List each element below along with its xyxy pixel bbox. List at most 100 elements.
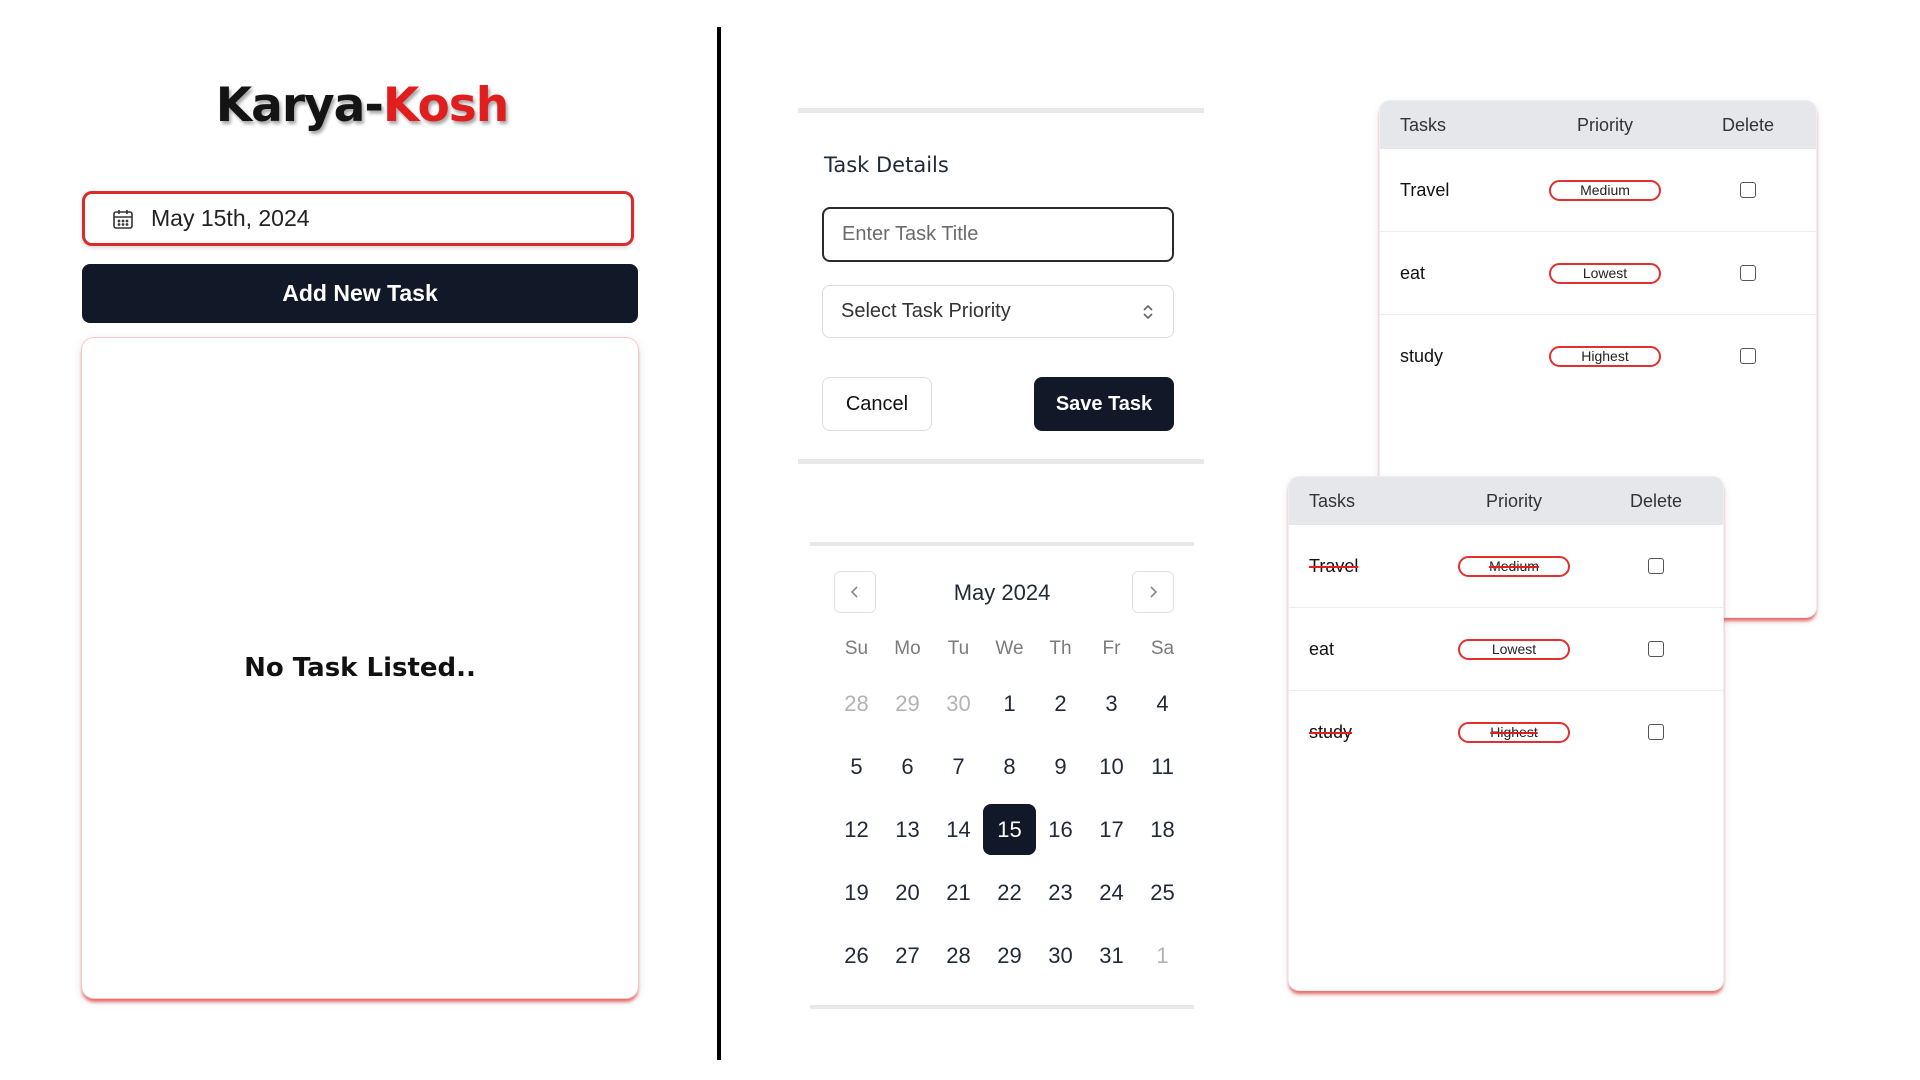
- delete-cell: [1680, 182, 1816, 198]
- calendar-day[interactable]: 29: [882, 678, 933, 729]
- weekday-header: Fr: [1102, 638, 1121, 659]
- calendar-day[interactable]: 11: [1137, 741, 1188, 792]
- priority-badge: Medium: [1549, 179, 1661, 201]
- priority-select-placeholder: Select Task Priority: [841, 300, 1011, 322]
- task-name: study: [1309, 721, 1353, 742]
- delete-checkbox[interactable]: [1648, 641, 1664, 657]
- priority-label: Medium: [1489, 558, 1539, 574]
- priority-badge: Highest: [1549, 345, 1661, 367]
- delete-cell: [1589, 724, 1723, 740]
- table-header: Tasks Priority Delete: [1380, 101, 1816, 149]
- calendar-day[interactable]: 30: [1035, 930, 1086, 981]
- calendar-day[interactable]: 10: [1086, 741, 1137, 792]
- chevron-right-icon: [1150, 586, 1158, 598]
- calendar-day[interactable]: 28: [831, 678, 882, 729]
- calendar-day[interactable]: 14: [933, 804, 984, 855]
- calendar-day[interactable]: 17: [1086, 804, 1137, 855]
- calendar-day[interactable]: 22: [984, 867, 1035, 918]
- calendar-day[interactable]: 20: [882, 867, 933, 918]
- calendar-day[interactable]: 13: [882, 804, 933, 855]
- weekday-header: Mo: [894, 638, 921, 659]
- priority-label: Highest: [1490, 724, 1538, 740]
- weekday-header: Th: [1049, 638, 1072, 659]
- calendar-day[interactable]: 18: [1137, 804, 1188, 855]
- task-cell: Travel: [1289, 556, 1439, 577]
- calendar-day[interactable]: 8: [984, 741, 1035, 792]
- calendar-day[interactable]: 1: [984, 678, 1035, 729]
- calendar-day[interactable]: 5: [831, 741, 882, 792]
- priority-badge: Highest: [1458, 721, 1570, 743]
- calendar-day[interactable]: 29: [984, 930, 1035, 981]
- calendar-day[interactable]: 1: [1137, 930, 1188, 981]
- priority-cell: Medium: [1530, 179, 1680, 201]
- priority-badge: Lowest: [1549, 262, 1661, 284]
- table-row: Travel Medium: [1289, 525, 1723, 608]
- task-name: Travel: [1309, 555, 1359, 576]
- save-task-button[interactable]: Save Task: [1034, 377, 1174, 431]
- task-title-input[interactable]: [822, 207, 1174, 262]
- priority-label: Highest: [1581, 348, 1629, 364]
- calendar-day[interactable]: 24: [1086, 867, 1137, 918]
- delete-cell: [1589, 641, 1723, 657]
- calendar-day[interactable]: 3: [1086, 678, 1137, 729]
- column-header: Priority: [1485, 490, 1542, 511]
- table-row: eat Lowest: [1380, 232, 1816, 315]
- task-list-panel: No Task Listed..: [82, 338, 638, 998]
- priority-cell: Highest: [1439, 721, 1589, 743]
- priority-badge: Medium: [1458, 555, 1570, 577]
- task-cell: Travel: [1380, 180, 1530, 201]
- next-month-button[interactable]: [1132, 571, 1174, 613]
- priority-badge: Lowest: [1458, 638, 1570, 660]
- delete-checkbox[interactable]: [1740, 265, 1756, 281]
- table-row: Travel Medium: [1380, 149, 1816, 232]
- date-value: May 15th, 2024: [151, 205, 310, 231]
- calendar-day[interactable]: 9: [1035, 741, 1086, 792]
- calendar-day[interactable]: 7: [933, 741, 984, 792]
- form-title: Task Details: [824, 153, 949, 177]
- calendar-grid: Su Mo Tu We Th Fr Sa 28 29 30 1 2 3 4 5 6 7 8 9 10 11 12 13 14 1…: [831, 632, 1188, 981]
- priority-label: Lowest: [1491, 641, 1537, 657]
- delete-checkbox[interactable]: [1648, 724, 1664, 740]
- priority-cell: Highest: [1530, 345, 1680, 367]
- delete-checkbox[interactable]: [1740, 348, 1756, 364]
- calendar-day[interactable]: 28: [933, 930, 984, 981]
- calendar-day[interactable]: 27: [882, 930, 933, 981]
- calendar-day[interactable]: 19: [831, 867, 882, 918]
- priority-cell: Lowest: [1530, 262, 1680, 284]
- date-picker-field[interactable]: May 15th, 2024: [82, 191, 634, 246]
- table-row: eat Lowest: [1289, 608, 1723, 691]
- table-row: study Highest: [1380, 315, 1816, 397]
- delete-checkbox[interactable]: [1740, 182, 1756, 198]
- vertical-divider: [717, 27, 721, 1060]
- calendar-day[interactable]: 31: [1086, 930, 1137, 981]
- calendar-day[interactable]: 30: [933, 678, 984, 729]
- task-name: eat: [1309, 638, 1335, 659]
- column-header: Delete: [1721, 114, 1775, 135]
- calendar-day[interactable]: 6: [882, 741, 933, 792]
- table-header: Tasks Priority Delete: [1289, 477, 1723, 525]
- table-row: study Highest: [1289, 691, 1723, 773]
- delete-cell: [1680, 265, 1816, 281]
- calendar-icon: [113, 209, 133, 229]
- task-priority-select[interactable]: Select Task Priority: [822, 285, 1174, 338]
- add-new-task-button[interactable]: Add New Task: [82, 264, 638, 323]
- calendar-day[interactable]: 21: [933, 867, 984, 918]
- calendar-day[interactable]: 12: [831, 804, 882, 855]
- calendar-day[interactable]: 16: [1035, 804, 1086, 855]
- calendar-day-selected[interactable]: 15: [983, 804, 1036, 855]
- task-name: study: [1400, 345, 1444, 366]
- calendar-day[interactable]: 23: [1035, 867, 1086, 918]
- calendar-widget: May 2024 Su Mo Tu We Th Fr Sa 28 29 30 1 2 3 4 5 6 7 8 9 10…: [810, 542, 1194, 1009]
- task-cell: study: [1289, 722, 1439, 743]
- task-table-completed: Tasks Priority Delete Travel Medium eat Lowest…: [1289, 477, 1723, 990]
- cancel-button[interactable]: Cancel: [822, 377, 932, 431]
- delete-checkbox[interactable]: [1648, 558, 1664, 574]
- task-cell: eat: [1289, 639, 1439, 660]
- delete-cell: [1589, 558, 1723, 574]
- column-header: Tasks: [1309, 490, 1356, 511]
- calendar-day[interactable]: 2: [1035, 678, 1086, 729]
- calendar-day[interactable]: 25: [1137, 867, 1188, 918]
- calendar-day[interactable]: 26: [831, 930, 882, 981]
- weekday-header: We: [995, 638, 1024, 659]
- calendar-day[interactable]: 4: [1137, 678, 1188, 729]
